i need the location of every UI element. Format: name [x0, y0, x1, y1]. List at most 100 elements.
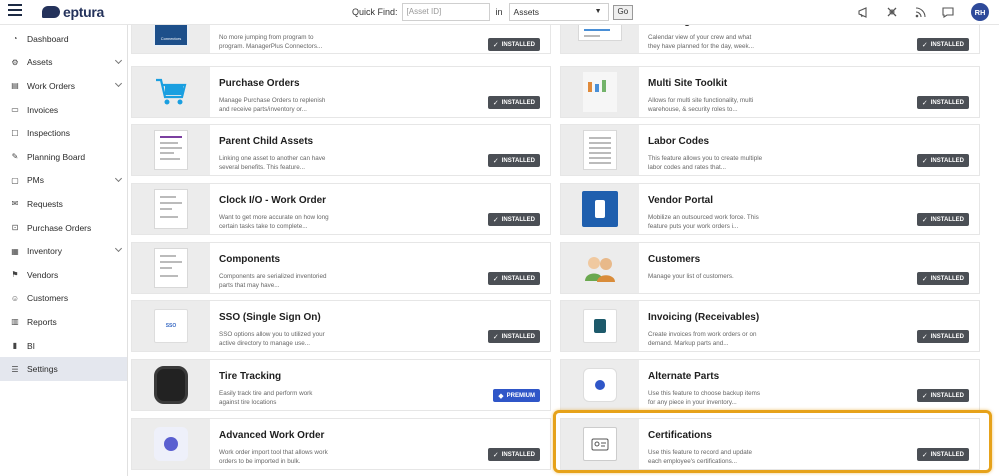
installed-badge[interactable]: ✓ INSTALLED	[487, 448, 540, 461]
premium-badge[interactable]: ◆ PREMIUM	[493, 389, 540, 402]
installed-badge[interactable]: ✓ INSTALLED	[487, 154, 540, 167]
feature-card-sso-single-sign-on[interactable]: SSO SSO (Single Sign On) SSO options allow…	[131, 300, 551, 352]
logo[interactable]: eptura	[42, 4, 104, 20]
sidebar-item-requests[interactable]: ✉ Requests	[0, 192, 127, 216]
logo-text: eptura	[63, 4, 104, 20]
customers-icon	[561, 243, 639, 293]
feature-description: Linking one asset to another can have se…	[219, 155, 326, 171]
scope-value: Assets	[513, 7, 540, 17]
feature-card-alternate-parts[interactable]: Alternate Parts Use this feature to choos…	[560, 359, 980, 411]
sidebar-item-purchase-orders[interactable]: ⊡ Purchase Orders	[0, 216, 127, 240]
customer-icon: ☺	[10, 293, 20, 303]
check-icon: ✓	[492, 451, 499, 459]
check-icon: ✓	[921, 216, 928, 224]
installed-badge[interactable]: ✓ INSTALLED	[916, 213, 969, 226]
feature-description: Create invoices from work orders or on d…	[648, 331, 757, 347]
wrench-icon[interactable]	[885, 5, 899, 19]
feature-title: Labor Codes	[648, 136, 710, 147]
installed-badge[interactable]: ✓ INSTALLED	[916, 272, 969, 285]
feature-card-vendor-portal[interactable]: Vendor Portal Mobilize an outsourced work…	[560, 183, 980, 235]
status-label: PREMIUM	[506, 392, 535, 399]
planning-icon: ✎	[11, 152, 19, 162]
feature-card-tire-tracking[interactable]: Tire Tracking Easily track tire and perfo…	[131, 359, 551, 411]
chevron-down-icon[interactable]	[114, 174, 123, 182]
feature-description: Work order import tool that allows work …	[219, 449, 328, 465]
chevron-down-icon[interactable]	[114, 80, 123, 88]
installed-badge[interactable]: ✓ INSTALLED	[916, 96, 969, 109]
installed-badge[interactable]: ✓ INSTALLED	[487, 96, 540, 109]
sidebar-item-label: PMs	[27, 175, 44, 186]
inventory-icon: ▦	[11, 246, 19, 256]
report-icon: ▥	[11, 317, 19, 327]
check-icon: ✓	[492, 41, 499, 49]
go-button[interactable]: Go	[612, 4, 634, 20]
sidebar-item-inventory[interactable]: ▦ Inventory	[0, 239, 127, 263]
asset-icon: ⚙	[11, 57, 19, 67]
chat-icon[interactable]	[941, 5, 955, 19]
feature-title: Components	[219, 254, 281, 265]
chevron-down-icon[interactable]	[114, 56, 123, 64]
installed-badge[interactable]: ✓ INSTALLED	[916, 38, 969, 51]
feature-description: Want to get more accurate on how long ce…	[219, 214, 329, 230]
feature-title: Multi Site Toolkit	[648, 78, 728, 89]
installed-badge[interactable]: ✓ INSTALLED	[487, 38, 540, 51]
feature-card-multi-site-toolkit[interactable]: Multi Site Toolkit Allows for multi site …	[560, 66, 980, 118]
status-label: INSTALLED	[501, 99, 535, 106]
feature-description: Use this feature to choose backup items …	[648, 390, 761, 406]
sidebar-item-bi[interactable]: ▮ BI	[0, 334, 127, 358]
status-label: INSTALLED	[501, 451, 535, 458]
shopping-cart-icon	[132, 67, 210, 117]
announcement-icon[interactable]	[857, 5, 871, 19]
sidebar-item-invoices[interactable]: ▭ Invoices	[0, 98, 127, 122]
sidebar-item-label: Vendors	[27, 269, 59, 280]
sidebar-item-planning-board[interactable]: ✎ Planning Board	[0, 145, 127, 169]
in-label: in	[495, 7, 503, 17]
user-avatar[interactable]: RH	[971, 3, 989, 21]
check-icon: ✓	[921, 41, 928, 49]
menu-icon[interactable]	[8, 4, 22, 16]
sidebar-item-vendors[interactable]: ⚑ Vendors	[0, 263, 127, 287]
installed-badge[interactable]: ✓ INSTALLED	[916, 154, 969, 167]
sidebar-item-label: Purchase Orders	[27, 222, 92, 233]
feature-description: SSO options allow you to utilized your a…	[219, 331, 325, 347]
sidebar-item-customers[interactable]: ☺ Customers	[0, 287, 127, 311]
status-label: INSTALLED	[930, 392, 964, 399]
feature-title: Customers	[648, 254, 701, 265]
thumb-label: Connectors	[160, 36, 182, 41]
scope-select[interactable]: Assets ▼	[508, 3, 609, 21]
feature-description: This feature allows you to create multip…	[648, 155, 763, 171]
check-icon: ✓	[492, 157, 499, 165]
chevron-down-icon[interactable]	[114, 245, 123, 253]
installed-badge[interactable]: ✓ INSTALLED	[916, 330, 969, 343]
feature-card-clock-i-o-work-order[interactable]: Clock I/O - Work Order Want to get more a…	[131, 183, 551, 235]
sidebar-item-reports[interactable]: ▥ Reports	[0, 310, 127, 334]
quick-find-input[interactable]: [Asset ID]	[401, 3, 490, 21]
check-icon: ✓	[921, 157, 928, 165]
feature-card-advanced-work-order[interactable]: Advanced Work Order Work order import too…	[131, 418, 551, 470]
status-label: INSTALLED	[501, 275, 535, 282]
sidebar-item-work-orders[interactable]: ▤ Work Orders	[0, 74, 127, 98]
installed-badge[interactable]: ✓ INSTALLED	[916, 389, 969, 402]
certifications-highlight	[553, 410, 992, 473]
sidebar-item-assets[interactable]: ⚙ Assets	[0, 51, 127, 75]
sidebar-item-dashboard[interactable]: ◔ Dashboard	[0, 27, 127, 51]
installed-badge[interactable]: ✓ INSTALLED	[487, 272, 540, 285]
sidebar-item-inspections[interactable]: ☐ Inspections	[0, 121, 127, 145]
sidebar-item-label: Work Orders	[27, 80, 76, 91]
status-label: INSTALLED	[930, 275, 964, 282]
feature-card-customers[interactable]: Customers Manage your list of customers. ✓…	[560, 242, 980, 294]
bi-icon: ▮	[12, 341, 18, 351]
feature-card-invoicing-receivables[interactable]: Invoicing (Receivables) Create invoices f…	[560, 300, 980, 352]
sidebar-item-label: Invoices	[27, 104, 59, 115]
feature-card-labor-codes[interactable]: Labor Codes This feature allows you to cr…	[560, 124, 980, 176]
feature-card-purchase-orders[interactable]: Purchase Orders Manage Purchase Orders to…	[131, 66, 551, 118]
feature-card-components[interactable]: Components Components are serialized inve…	[131, 242, 551, 294]
sidebar-item-settings[interactable]: ☰ Settings	[0, 357, 127, 381]
installed-badge[interactable]: ✓ INSTALLED	[487, 213, 540, 226]
sidebar-item-pms[interactable]: ▢ PMs	[0, 169, 127, 193]
installed-badge[interactable]: ✓ INSTALLED	[487, 330, 540, 343]
sidebar: ◔ Dashboard ⚙ Assets ▤ Work Orders ▭ Invoices ☐ I…	[0, 25, 128, 476]
rss-icon[interactable]	[913, 5, 927, 19]
sidebar-item-label: Reports	[27, 316, 57, 327]
feature-card-parent-child-assets[interactable]: Parent Child Assets Linking one asset to …	[131, 124, 551, 176]
